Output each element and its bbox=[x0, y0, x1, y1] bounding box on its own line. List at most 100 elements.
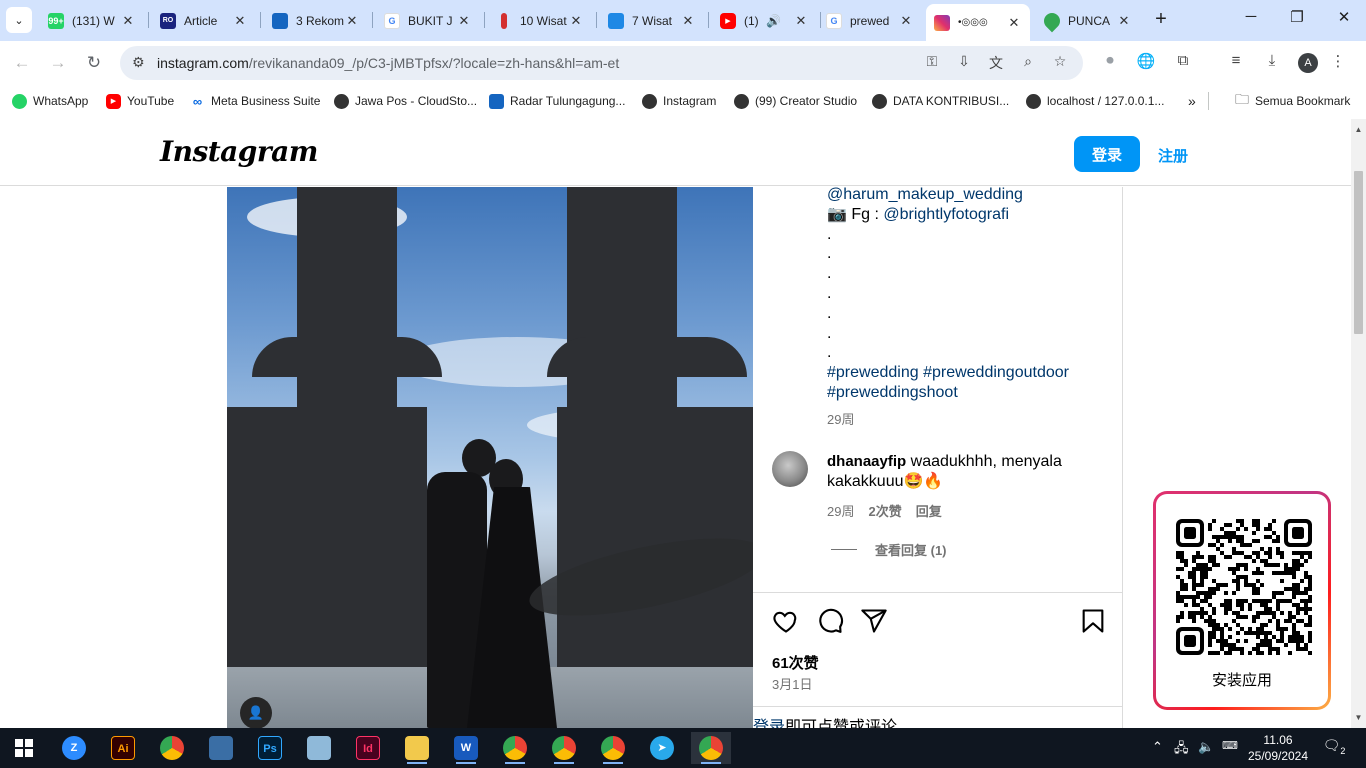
tab-search-button[interactable]: ⌄ bbox=[6, 7, 32, 33]
audio-playing-icon[interactable]: 🔊 bbox=[766, 14, 781, 28]
post-date[interactable]: 3月1日 bbox=[772, 674, 812, 693]
caption-hashtags[interactable]: #prewedding #preweddingoutdoor bbox=[827, 363, 1107, 383]
downloads-icon[interactable]: ⤓ bbox=[1261, 52, 1283, 74]
taskbar-indesign[interactable]: Id bbox=[348, 732, 388, 764]
bookmark-creator-studio[interactable]: (99) Creator Studio bbox=[734, 92, 857, 110]
caption-timestamp[interactable]: 29周 bbox=[827, 409, 854, 428]
comment-timestamp[interactable]: 29周 bbox=[827, 501, 854, 520]
password-key-icon[interactable]: ⚿ bbox=[922, 53, 942, 73]
bookmark-radar[interactable]: Radar Tulungagung... bbox=[489, 92, 625, 110]
close-tab-icon[interactable]: ✕ bbox=[680, 13, 696, 29]
install-app-label[interactable]: 安装应用 bbox=[1156, 669, 1328, 690]
close-tab-icon[interactable]: ✕ bbox=[898, 13, 914, 29]
tab-maps[interactable]: PUNCA ✕ bbox=[1036, 6, 1140, 35]
chrome-menu-icon[interactable]: ⋮ bbox=[1327, 52, 1349, 74]
volume-tray-icon[interactable]: 🔈 bbox=[1198, 739, 1214, 755]
close-tab-icon[interactable]: ✕ bbox=[1006, 15, 1022, 31]
tab-wisata-10[interactable]: 10 Wisat ✕ bbox=[488, 6, 592, 35]
zoom-icon[interactable]: ⌕ bbox=[1018, 53, 1038, 73]
taskbar-photoshop[interactable]: Ps bbox=[250, 732, 290, 764]
scroll-up-arrow[interactable]: ▲ bbox=[1354, 125, 1363, 134]
close-tab-icon[interactable]: ✕ bbox=[232, 13, 248, 29]
camera-icon[interactable]: ⏺ bbox=[1099, 52, 1121, 74]
bookmark-whatsapp[interactable]: WhatsApp bbox=[12, 92, 88, 110]
minimize-button[interactable]: ─ bbox=[1239, 8, 1263, 32]
translate-icon[interactable]: 文 bbox=[986, 53, 1006, 73]
comment-bubble-icon[interactable] bbox=[816, 607, 844, 635]
tab-prewedding[interactable]: G prewed ✕ bbox=[818, 6, 922, 35]
close-tab-icon[interactable]: ✕ bbox=[344, 13, 360, 29]
caption-hashtags[interactable]: #preweddingshoot bbox=[827, 383, 1107, 403]
tray-overflow-chevron-icon[interactable]: ⌃ bbox=[1152, 739, 1163, 755]
extensions-puzzle-icon[interactable]: ⧉ bbox=[1172, 52, 1194, 74]
profile-avatar[interactable]: A bbox=[1298, 53, 1318, 73]
site-info-icon[interactable]: ⚙ bbox=[132, 54, 145, 71]
close-window-button[interactable]: ✕ bbox=[1332, 8, 1356, 32]
address-bar[interactable]: ⚙ instagram.com/revikananda09_/p/C3-jMBT… bbox=[120, 46, 1083, 80]
share-send-icon[interactable] bbox=[860, 607, 888, 635]
tab-instagram-active[interactable]: •◎◎◎ ✕ bbox=[926, 4, 1030, 41]
forward-button[interactable]: → bbox=[45, 50, 71, 76]
extension-earth-icon[interactable]: 🌐 bbox=[1135, 52, 1157, 74]
close-tab-icon[interactable]: ✕ bbox=[793, 13, 809, 29]
tab-rekomendasi[interactable]: 3 Rekom ✕ bbox=[264, 6, 368, 35]
taskbar-files[interactable] bbox=[299, 732, 339, 764]
like-heart-icon[interactable] bbox=[772, 607, 800, 635]
tab-article[interactable]: RO Article ✕ bbox=[152, 6, 256, 35]
taskbar-explorer[interactable] bbox=[397, 732, 437, 764]
bookmark-data-kontribusi[interactable]: DATA KONTRIBUSI... bbox=[872, 92, 1009, 110]
taskbar-chrome[interactable] bbox=[152, 732, 192, 764]
close-tab-icon[interactable]: ✕ bbox=[120, 13, 136, 29]
close-tab-icon[interactable]: ✕ bbox=[1116, 13, 1132, 29]
taskbar-word[interactable]: W bbox=[446, 732, 486, 764]
new-tab-button[interactable]: + bbox=[1150, 8, 1172, 30]
ime-tray-icon[interactable]: ⌨ bbox=[1222, 739, 1238, 752]
tab-wisata-7[interactable]: 7 Wisat ✕ bbox=[600, 6, 704, 35]
post-likes-count[interactable]: 61次赞 bbox=[772, 652, 819, 673]
taskbar-chrome-profile-3[interactable] bbox=[593, 732, 633, 764]
bookmark-star-icon[interactable]: ☆ bbox=[1050, 53, 1070, 73]
commenter-avatar[interactable] bbox=[772, 451, 808, 487]
post-photo[interactable] bbox=[227, 187, 753, 728]
install-app-icon[interactable]: ⇩ bbox=[954, 53, 974, 73]
bookmark-youtube[interactable]: ▶ YouTube bbox=[106, 92, 174, 110]
reload-button[interactable]: ↻ bbox=[81, 50, 107, 76]
start-button[interactable] bbox=[4, 732, 44, 764]
restore-button[interactable]: ❐ bbox=[1285, 8, 1309, 32]
url-text[interactable]: instagram.com/revikananda09_/p/C3-jMBTpf… bbox=[157, 55, 619, 71]
close-tab-icon[interactable]: ✕ bbox=[568, 13, 584, 29]
page-scrollbar[interactable]: ▲ ▼ bbox=[1351, 119, 1366, 728]
tagged-user-icon[interactable]: 👤 bbox=[240, 697, 272, 728]
login-prompt-link[interactable]: 登录 bbox=[753, 719, 785, 728]
scroll-down-arrow[interactable]: ▼ bbox=[1354, 713, 1363, 722]
comment-likes[interactable]: 2次赞 bbox=[868, 501, 901, 520]
comment-reply-button[interactable]: 回复 bbox=[916, 501, 942, 520]
network-tray-icon[interactable]: 🖧 bbox=[1174, 739, 1189, 761]
bookmark-jawapos[interactable]: Jawa Pos - CloudSto... bbox=[334, 92, 477, 110]
taskbar-zoom[interactable]: Z bbox=[54, 732, 94, 764]
taskbar-illustrator[interactable]: Ai bbox=[103, 732, 143, 764]
bookmark-meta[interactable]: ∞ Meta Business Suite bbox=[190, 92, 321, 110]
save-bookmark-icon[interactable] bbox=[1079, 607, 1107, 635]
view-replies-button[interactable]: 查看回复 (1) bbox=[831, 540, 947, 559]
instagram-logo[interactable]: Instagram bbox=[160, 135, 318, 168]
bookmarks-overflow-button[interactable]: » bbox=[1188, 92, 1196, 110]
scrollbar-thumb[interactable] bbox=[1354, 171, 1363, 334]
close-tab-icon[interactable]: ✕ bbox=[456, 13, 472, 29]
tab-youtube[interactable]: ▶ (1) 🔊 ✕ bbox=[712, 6, 816, 35]
taskbar-chrome-profile-1[interactable] bbox=[495, 732, 535, 764]
taskbar-network[interactable] bbox=[201, 732, 241, 764]
notification-center-button[interactable]: 🗨2 bbox=[1322, 737, 1346, 759]
tab-bukit[interactable]: G BUKIT J ✕ bbox=[376, 6, 480, 35]
taskbar-chrome-profile-2[interactable] bbox=[544, 732, 584, 764]
media-control-icon[interactable]: ≡ bbox=[1225, 52, 1247, 74]
all-bookmarks-folder[interactable]: 🗀 Semua Bookmark bbox=[1235, 91, 1350, 110]
bookmark-instagram[interactable]: Instagram bbox=[642, 92, 716, 110]
taskbar-chrome-active[interactable] bbox=[691, 732, 731, 764]
caption-mention-makeup[interactable]: @harum_makeup_wedding bbox=[827, 185, 1107, 205]
caption-mention-photographer[interactable]: @brightlyfotografi bbox=[883, 206, 1009, 223]
tab-whatsapp[interactable]: 99+ (131) W ✕ bbox=[40, 6, 144, 35]
bookmark-localhost[interactable]: localhost / 127.0.0.1... bbox=[1026, 92, 1164, 110]
taskbar-clock[interactable]: 11.06 25/09/2024 bbox=[1246, 732, 1310, 764]
commenter-username[interactable]: dhanaayfip bbox=[827, 453, 906, 470]
